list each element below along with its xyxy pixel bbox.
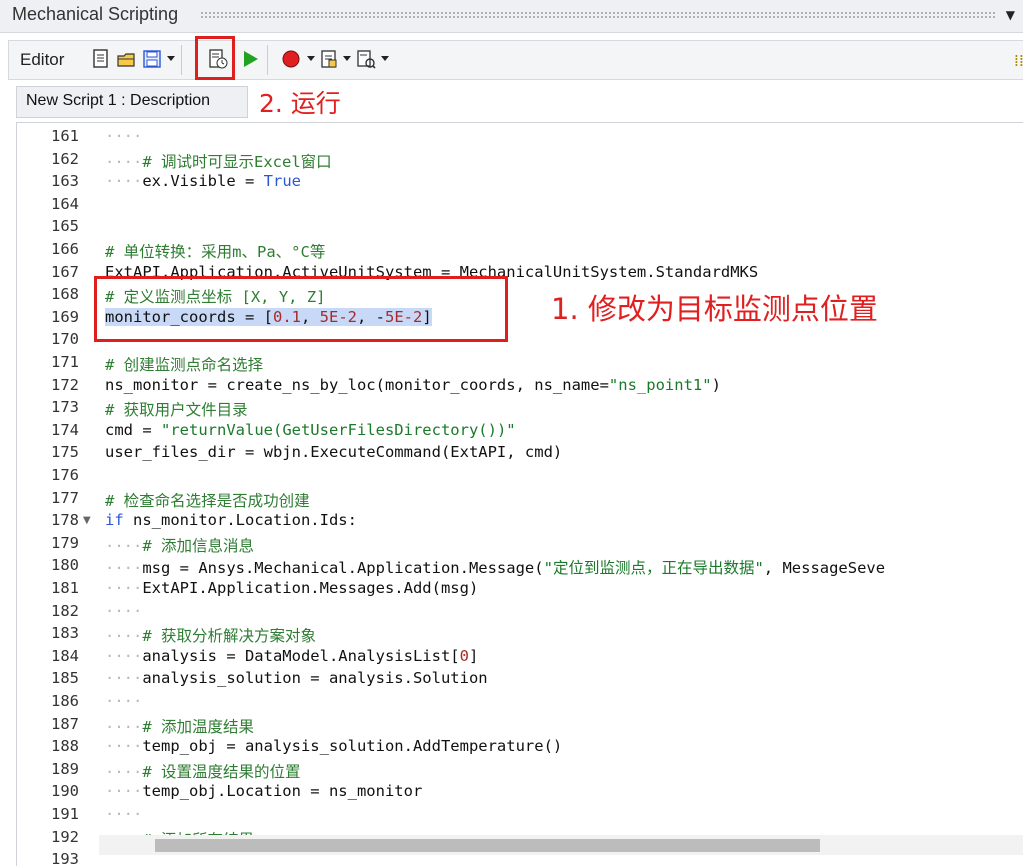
line-number: 174 <box>51 420 79 439</box>
editor-label: Editor <box>20 50 65 69</box>
record-icon[interactable] <box>281 49 301 69</box>
line-number-gutter: 161 162 163 164 165 166 167 168 169 170 171 172 173 1… <box>17 123 99 868</box>
line-number: 172 <box>51 375 79 394</box>
code-line[interactable]: ····temp_obj = analysis_solution.AddTemp… <box>105 737 562 755</box>
line-number: 161 <box>51 127 79 145</box>
code-line[interactable]: ····# 调试时可显示Excel窗口 <box>105 150 332 172</box>
line-number: 190 <box>51 782 79 801</box>
code-line[interactable]: ····# 添加信息消息 <box>105 534 254 556</box>
line-number: 192 <box>51 827 79 846</box>
code-line[interactable]: ····ex.Visible = True <box>105 172 301 190</box>
code-editor[interactable]: 161 162 163 164 165 166 167 168 169 170 171 172 173 1… <box>16 122 1023 868</box>
line-number: 173 <box>51 398 79 417</box>
line-number: 193 <box>51 850 79 868</box>
code-line[interactable]: # 单位转换：采用m、Pa、°C等 <box>105 240 325 262</box>
save-dropdown-arrow[interactable] <box>167 56 175 61</box>
line-number: 182 <box>51 601 79 620</box>
script-description-label: New Script 1 : Description <box>26 92 211 109</box>
debug-dropdown-arrow[interactable] <box>381 56 389 61</box>
line-number: 167 <box>51 262 79 281</box>
new-script-icon[interactable] <box>91 49 111 69</box>
pin-icon[interactable]: ⁞⁞ <box>1014 51 1023 70</box>
code-line[interactable]: ns_monitor = create_ns_by_loc(monitor_co… <box>105 376 721 394</box>
run-highlight-box <box>195 36 235 80</box>
scrollbar-thumb[interactable] <box>155 839 820 852</box>
line-number: 177 <box>51 488 79 507</box>
code-area[interactable]: ···· ····# 调试时可显示Excel窗口 ····ex.Visible = … <box>99 123 1023 866</box>
line-number: 184 <box>51 646 79 665</box>
line-number: 187 <box>51 714 79 733</box>
chevron-down-icon[interactable]: ▼ <box>1006 8 1015 22</box>
line-number: 162 <box>51 149 79 168</box>
annotation-run: 2. 运行 <box>259 89 341 118</box>
line-number: 189 <box>51 759 79 778</box>
code-line[interactable]: cmd = "returnValue(GetUserFilesDirectory… <box>105 421 516 439</box>
line-number: 186 <box>51 692 79 710</box>
line-number: 166 <box>51 240 79 258</box>
code-line[interactable]: if ns_monitor.Location.Ids: <box>105 511 357 529</box>
panel-title: Mechanical Scripting <box>12 4 179 24</box>
debug-icon[interactable] <box>356 49 376 69</box>
fold-toggle-icon[interactable]: ▼ <box>83 515 91 526</box>
code-line[interactable]: ····temp_obj.Location = ns_monitor <box>105 782 422 800</box>
code-line[interactable]: # 创建监测点命名选择 <box>105 353 263 375</box>
monitor-coords-highlight-box <box>94 276 508 342</box>
code-line[interactable]: user_files_dir = wbjn.ExecuteCommand(Ext… <box>105 443 562 461</box>
script-description-tab[interactable]: New Script 1 : Description <box>16 86 248 118</box>
line-number: 178 <box>51 511 79 530</box>
code-line[interactable]: ····# 获取分析解决方案对象 <box>105 624 316 646</box>
snippet-icon[interactable] <box>319 49 339 69</box>
line-number: 183 <box>51 624 79 643</box>
line-number: 175 <box>51 443 79 462</box>
line-number: 165 <box>51 217 79 236</box>
snippet-dropdown-arrow[interactable] <box>343 56 351 61</box>
code-line[interactable]: ····# 设置温度结果的位置 <box>105 760 301 782</box>
toolbar-separator <box>267 45 268 75</box>
panel-titlebar: Mechanical Scripting ▼ <box>0 0 1023 33</box>
drag-grip[interactable] <box>200 11 995 19</box>
toolbar-separator <box>181 45 182 75</box>
save-icon[interactable] <box>142 49 162 69</box>
editor-toolbar: Editor ⁞⁞ <box>8 40 1023 80</box>
line-number: 185 <box>51 669 79 688</box>
play-icon[interactable] <box>241 49 261 69</box>
code-line[interactable]: ···· <box>105 692 142 710</box>
code-line[interactable]: ····# 添加温度结果 <box>105 715 254 737</box>
code-line[interactable]: ···· <box>105 127 142 145</box>
line-number: 168 <box>51 285 79 304</box>
line-number: 179 <box>51 533 79 552</box>
code-line[interactable]: # 检查命名选择是否成功创建 <box>105 489 310 511</box>
line-number: 176 <box>51 466 79 484</box>
line-number: 188 <box>51 737 79 756</box>
horizontal-scrollbar[interactable] <box>99 835 1023 855</box>
line-number: 171 <box>51 353 79 371</box>
line-number: 170 <box>51 330 79 349</box>
code-line[interactable]: # 获取用户文件目录 <box>105 398 248 420</box>
line-number: 169 <box>51 307 79 326</box>
code-line[interactable]: ····msg = Ansys.Mechanical.Application.M… <box>105 556 885 578</box>
line-number: 180 <box>51 556 79 575</box>
open-folder-icon[interactable] <box>116 49 136 69</box>
code-line[interactable]: ····analysis_solution = analysis.Solutio… <box>105 669 488 687</box>
record-dropdown-arrow[interactable] <box>307 56 315 61</box>
line-number: 164 <box>51 194 79 213</box>
code-line[interactable]: ····ExtAPI.Application.Messages.Add(msg) <box>105 579 478 597</box>
code-line[interactable]: ···· <box>105 602 142 620</box>
code-line[interactable]: ····analysis = DataModel.AnalysisList[0] <box>105 647 478 665</box>
line-number: 181 <box>51 579 79 597</box>
line-number: 163 <box>51 172 79 191</box>
code-line[interactable]: ···· <box>105 805 142 823</box>
annotation-modify: 1. 修改为目标监测点位置 <box>551 292 878 326</box>
line-number: 191 <box>51 805 79 823</box>
